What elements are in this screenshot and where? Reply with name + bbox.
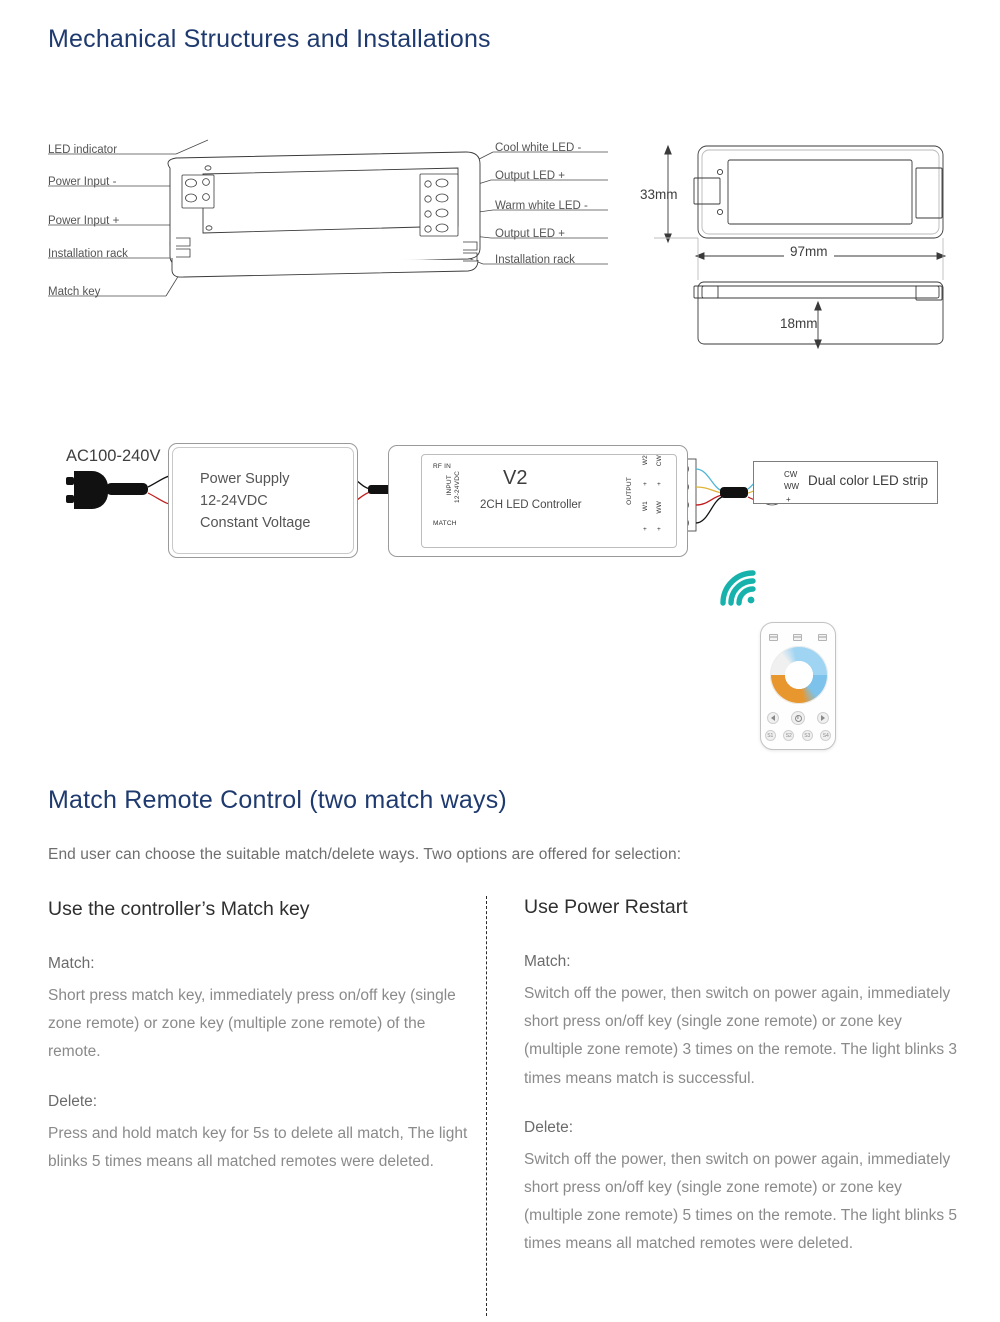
left-match-body: Short press match key, immediately press… xyxy=(48,987,456,1061)
controller-model-label: V2 xyxy=(503,467,528,489)
wifi-signal-icon xyxy=(720,570,756,606)
remote-scene-key-3[interactable]: S3 xyxy=(801,730,813,741)
chevron-left-icon xyxy=(771,715,775,721)
callout-match-key: Match key xyxy=(48,286,101,298)
right-delete-body: Switch off the power, then switch on pow… xyxy=(524,1150,958,1253)
ac-plug-icon xyxy=(66,471,148,509)
remote-scene-key-4[interactable]: S4 xyxy=(820,730,832,741)
right-delete-label: Delete: xyxy=(524,1118,574,1136)
left-delete-label: Delete: xyxy=(48,1092,98,1110)
output-terminal-w2: W2 xyxy=(642,455,649,466)
remote-zone-key-2[interactable] xyxy=(793,634,803,641)
callout-leader-lines xyxy=(48,139,608,297)
dimension-drawings: 33mm 97mm 18mm xyxy=(640,140,960,370)
output-plus-3: + xyxy=(643,526,647,533)
output-terminal-cw: CW xyxy=(656,455,663,467)
dimension-length-label: 97mm xyxy=(784,244,834,259)
psu-line-1: Power Supply xyxy=(200,471,290,487)
input-voltage-label: 12-24VDC xyxy=(454,471,461,503)
strip-pin-ww: WW xyxy=(784,482,800,491)
remote-scene-row[interactable]: S1 S2 S3 S4 xyxy=(761,730,835,741)
controller-subtitle-label: 2CH LED Controller xyxy=(480,499,582,511)
left-delete-body: Press and hold match key for 5s to delet… xyxy=(48,1124,468,1170)
callout-power-input-minus: Power Input - xyxy=(48,176,117,188)
left-delete-block: Delete: Press and hold match key for 5s … xyxy=(48,1093,468,1176)
datasheet-page: Mechanical Structures and Installations xyxy=(0,0,1000,1322)
remote-scene-key-2[interactable]: S2 xyxy=(783,730,795,741)
right-delete-block: Delete: Switch off the power, then switc… xyxy=(524,1119,964,1259)
led-strip-label: Dual color LED strip xyxy=(808,473,929,488)
column-divider xyxy=(486,896,487,1316)
right-match-label: Match: xyxy=(524,953,571,970)
power-icon xyxy=(794,714,802,722)
left-match-label: Match: xyxy=(48,955,95,972)
output-terminal-ww: WW xyxy=(656,501,663,514)
left-column-title: Use the controller’s Match key xyxy=(48,898,310,920)
dimension-thickness-label: 18mm xyxy=(780,316,818,331)
remote-zone-key-3[interactable] xyxy=(818,634,828,641)
ac-input-label: AC100-240V xyxy=(66,447,161,465)
callout-power-input-plus: Power Input + xyxy=(48,215,120,227)
power-supply-text: Power Supply 12-24VDC Constant Voltage xyxy=(200,469,360,534)
left-match-block: Match: Short press match key, immediatel… xyxy=(48,955,468,1067)
dimension-height-label: 33mm xyxy=(640,187,678,202)
input-label: INPUT xyxy=(446,475,453,496)
match-method-column-left: Use the controller’s Match key Match: Sh… xyxy=(48,898,468,1202)
remote-zone-key-row[interactable] xyxy=(761,634,835,641)
wifi-dot xyxy=(747,596,755,604)
match-label: MATCH xyxy=(433,520,457,527)
callout-installation-rack-left: Installation rack xyxy=(48,248,128,260)
strip-pin-cw: CW xyxy=(784,470,798,479)
remote-scene-key-1[interactable]: S1 xyxy=(764,730,776,741)
right-match-block: Match: Switch off the power, then switch… xyxy=(524,953,964,1093)
strip-pin-plus: + xyxy=(786,495,791,504)
right-column-title: Use Power Restart xyxy=(524,896,688,918)
remote-color-wheel[interactable] xyxy=(770,646,828,704)
remote-nav-row[interactable] xyxy=(761,711,835,725)
callout-output-led-plus-2: Output LED + xyxy=(495,228,565,240)
remote-control-group: S1 S2 S3 S4 xyxy=(700,560,875,770)
remote-power-button[interactable] xyxy=(791,711,805,725)
right-match-body: Switch off the power, then switch on pow… xyxy=(524,985,958,1087)
remote-prev-button[interactable] xyxy=(767,712,779,724)
psu-line-2: 12-24VDC xyxy=(200,492,268,509)
remote-zone-key-1[interactable] xyxy=(768,634,778,641)
output-plus-1: + xyxy=(643,481,647,488)
controller-callout-diagram: LED indicator Power Input - Power Input … xyxy=(48,130,608,310)
psu-line-3: Constant Voltage xyxy=(200,514,311,531)
chevron-right-icon xyxy=(821,715,825,721)
callout-led-indicator: LED indicator xyxy=(48,144,118,156)
page-title-mechanical: Mechanical Structures and Installations xyxy=(48,25,491,53)
callout-warm-white-led: Warm white LED - xyxy=(495,200,588,212)
callout-output-led-plus-1: Output LED + xyxy=(495,170,565,182)
remote-next-button[interactable] xyxy=(817,712,829,724)
output-plus-4: + xyxy=(657,526,661,533)
output-terminal-w1: W1 xyxy=(642,501,649,512)
remote-control[interactable]: S1 S2 S3 S4 xyxy=(760,622,836,750)
output-label: OUTPUT xyxy=(626,477,633,505)
rf-in-label: RF IN xyxy=(433,463,451,470)
callout-cool-white-led: Cool white LED - xyxy=(495,142,582,154)
callout-installation-rack-right: Installation rack xyxy=(495,254,575,266)
page-title-match-remote: Match Remote Control (two match ways) xyxy=(48,786,507,814)
match-intro-text: End user can choose the suitable match/d… xyxy=(48,846,682,863)
match-method-column-right: Use Power Restart Match: Switch off the … xyxy=(524,896,964,1285)
output-plus-2: + xyxy=(657,481,661,488)
